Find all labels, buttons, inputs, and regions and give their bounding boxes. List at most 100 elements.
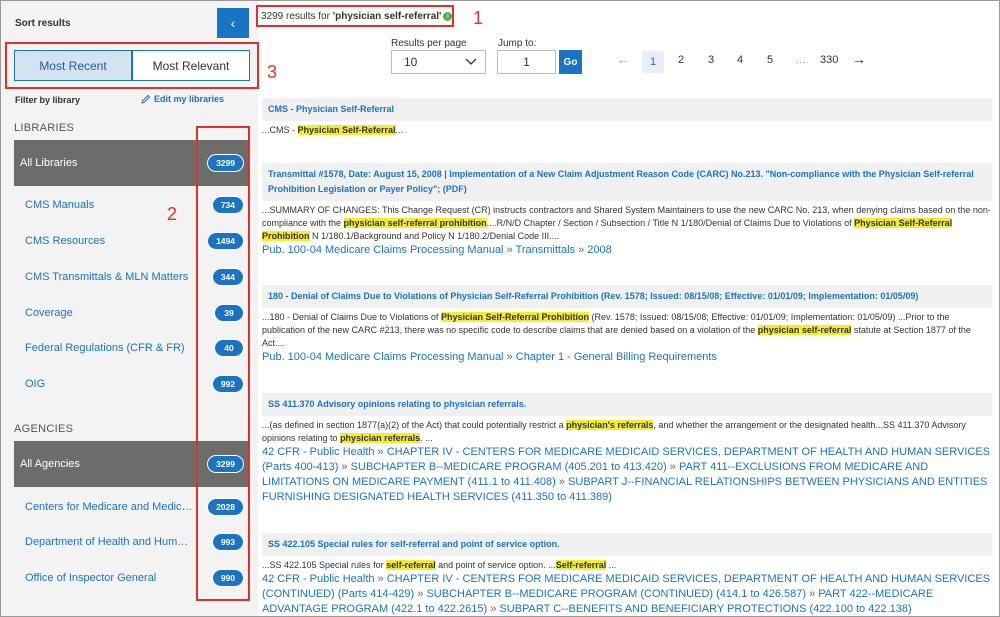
library-item-cms-resources[interactable]: CMS Resources 1494 [14, 223, 250, 259]
snippet-text: ... [395, 125, 404, 135]
chevron-left-icon: ‹ [230, 15, 236, 31]
breadcrumb-separator-icon: » [575, 244, 588, 256]
highlighted-term: physician referrals [340, 433, 421, 443]
sort-most-recent-button[interactable]: Most Recent [14, 50, 132, 81]
result-item: CMS - Physician Self-Referral ...CMS - P… [262, 98, 992, 137]
prev-page-arrow-icon[interactable]: ← [616, 51, 630, 67]
result-snippet: ...SS 422.105 Special rules for self-ref… [262, 556, 992, 572]
agency-item-hhs[interactable]: Department of Health and Human… 993 [14, 524, 250, 560]
result-item: SS 411.370 Advisory opinions relating to… [262, 393, 992, 505]
breadcrumb-link[interactable]: Chapter 1 - General Billing Requirements [516, 351, 717, 363]
breadcrumb-separator-icon: » [666, 461, 679, 473]
snippet-text: ... [606, 560, 617, 570]
highlighted-term: physician self-referral prohibition [343, 218, 487, 228]
highlighted-term: physician's referrals [566, 420, 654, 430]
count-badge: 3299 [207, 154, 244, 172]
count-badge: 734 [211, 196, 244, 214]
library-item-label: Federal Regulations (CFR & FR) [25, 342, 185, 354]
library-item-label: All Libraries [20, 157, 78, 169]
library-item-all[interactable]: All Libraries 3299 [14, 140, 250, 186]
result-snippet: ...(as defined in section 1877(a)(2) of … [262, 416, 992, 445]
highlighted-term: physician self-referral [757, 325, 852, 335]
library-item-label: OIG [25, 378, 46, 390]
breadcrumb-link[interactable]: Pub. 100-04 Medicare Claims Processing M… [262, 244, 504, 256]
page-link-last[interactable]: 330 [820, 54, 838, 66]
result-title[interactable]: 180 - Denial of Claims Due to Violations… [262, 285, 992, 308]
page-frame: Sort results ‹ Most Recent Most Relevant… [0, 0, 1000, 617]
page-link-2[interactable]: 2 [678, 54, 684, 66]
snippet-text: ...180 - Denial of Claims Due to Violati… [262, 312, 441, 322]
result-breadcrumb: 42 CFR - Public Health » CHAPTER IV - CE… [262, 572, 992, 616]
count-badge: 992 [211, 375, 244, 393]
annotation-number-2: 2 [167, 204, 178, 224]
count-badge: 344 [211, 268, 244, 286]
breadcrumb-link[interactable]: Transmittals [516, 244, 576, 256]
chevron-down-icon [465, 58, 477, 65]
breadcrumb-link[interactable]: 42 CFR - Public Health [262, 446, 375, 458]
sort-most-relevant-button[interactable]: Most Relevant [132, 50, 250, 81]
filter-sidebar: Sort results ‹ Most Recent Most Relevant… [1, 1, 258, 616]
breadcrumb-link[interactable]: 2008 [587, 244, 611, 256]
agency-item-cms[interactable]: Centers for Medicare and Medic… 2028 [14, 489, 250, 525]
result-item: Transmittal #1578, Date: August 15, 2008… [262, 163, 992, 258]
breadcrumb-link[interactable]: 42 CFR - Public Health [262, 573, 375, 585]
highlighted-term: Physician Self-Referral Prohibition [440, 312, 589, 322]
breadcrumb-link[interactable]: SUBCHAPTER B--MEDICARE PROGRAM (405.201 … [351, 461, 667, 473]
page-link-5[interactable]: 5 [767, 54, 773, 66]
edit-libraries-label: Edit my libraries [154, 94, 225, 104]
info-icon[interactable]: i [443, 11, 453, 21]
highlighted-term: self-referral [386, 560, 436, 570]
result-item: 180 - Denial of Claims Due to Violations… [262, 285, 992, 365]
page-link-4[interactable]: 4 [737, 54, 743, 66]
snippet-text: ...SS 422.105 Special rules for [262, 560, 387, 570]
agencies-heading: AGENCIES [14, 423, 74, 435]
count-badge: 3299 [207, 455, 244, 473]
agency-item-label: Centers for Medicare and Medic… [25, 501, 193, 513]
agency-item-all[interactable]: All Agencies 3299 [14, 441, 250, 487]
result-breadcrumb: 42 CFR - Public Health » CHAPTER IV - CE… [262, 445, 992, 505]
breadcrumb-separator-icon: » [503, 244, 516, 256]
collapse-sidebar-button[interactable]: ‹ [217, 8, 249, 38]
page-link-1[interactable]: 1 [642, 51, 664, 73]
page-ellipsis: ... [796, 54, 806, 66]
library-item-label: CMS Manuals [25, 199, 95, 211]
breadcrumb-link[interactable]: SUBCHAPTER B--MEDICARE PROGRAM (CONTINUE… [426, 588, 806, 600]
results-count: 3299 results for 'physician self-referra… [261, 11, 453, 22]
snippet-text: . ... [420, 433, 433, 443]
results-per-page-select[interactable]: 10 [391, 50, 486, 74]
breadcrumb-separator-icon: » [374, 573, 387, 585]
result-title[interactable]: CMS - Physician Self-Referral [262, 98, 992, 121]
jump-to-input[interactable]: 1 [497, 50, 556, 74]
result-breadcrumb: Pub. 100-04 Medicare Claims Processing M… [262, 243, 992, 258]
go-button[interactable]: Go [559, 50, 582, 74]
breadcrumb-separator-icon: » [374, 446, 387, 458]
result-title[interactable]: SS 411.370 Advisory opinions relating to… [262, 393, 992, 416]
next-page-arrow-icon[interactable]: → [852, 51, 866, 67]
breadcrumb-link[interactable]: Pub. 100-04 Medicare Claims Processing M… [262, 351, 504, 363]
agency-item-label: Office of Inspector General [25, 572, 157, 584]
libraries-heading: LIBRARIES [14, 122, 75, 134]
result-title[interactable]: SS 422.105 Special rules for self-referr… [262, 533, 992, 556]
library-item-coverage[interactable]: Coverage 39 [14, 295, 250, 331]
count-badge: 2028 [207, 498, 244, 516]
library-item-federal-regulations[interactable]: Federal Regulations (CFR & FR) 40 [14, 330, 250, 366]
library-item-cms-manuals[interactable]: CMS Manuals 734 [14, 187, 250, 223]
count-badge: 1494 [207, 232, 244, 250]
edit-libraries-link[interactable]: Edit my libraries [141, 94, 224, 104]
library-item-oig[interactable]: OIG 992 [14, 366, 250, 402]
library-item-label: Coverage [25, 307, 73, 319]
breadcrumb-separator-icon: » [555, 476, 569, 488]
result-title[interactable]: Transmittal #1578, Date: August 15, 2008… [262, 163, 992, 201]
page-link-3[interactable]: 3 [708, 54, 714, 66]
snippet-text: ...(as defined in section 1877(a)(2) of … [262, 420, 567, 430]
results-per-page-value: 10 [404, 55, 418, 69]
sort-toggle: Most Recent Most Relevant [14, 50, 250, 81]
filter-by-library-label: Filter by library [15, 95, 81, 105]
library-item-cms-transmittals[interactable]: CMS Transmittals & MLN Matters 344 [14, 259, 250, 295]
agency-item-oig[interactable]: Office of Inspector General 990 [14, 560, 250, 596]
snippet-text: N 1/180.1/Background and Policy N 1/180.… [309, 231, 560, 241]
breadcrumb-link[interactable]: SUBPART C--BENEFITS AND BENEFICIARY PROT… [499, 603, 911, 615]
count-badge: 990 [211, 569, 244, 587]
snippet-text: and point of service option. ... [435, 560, 556, 570]
highlighted-term: Self-referral [555, 560, 607, 570]
